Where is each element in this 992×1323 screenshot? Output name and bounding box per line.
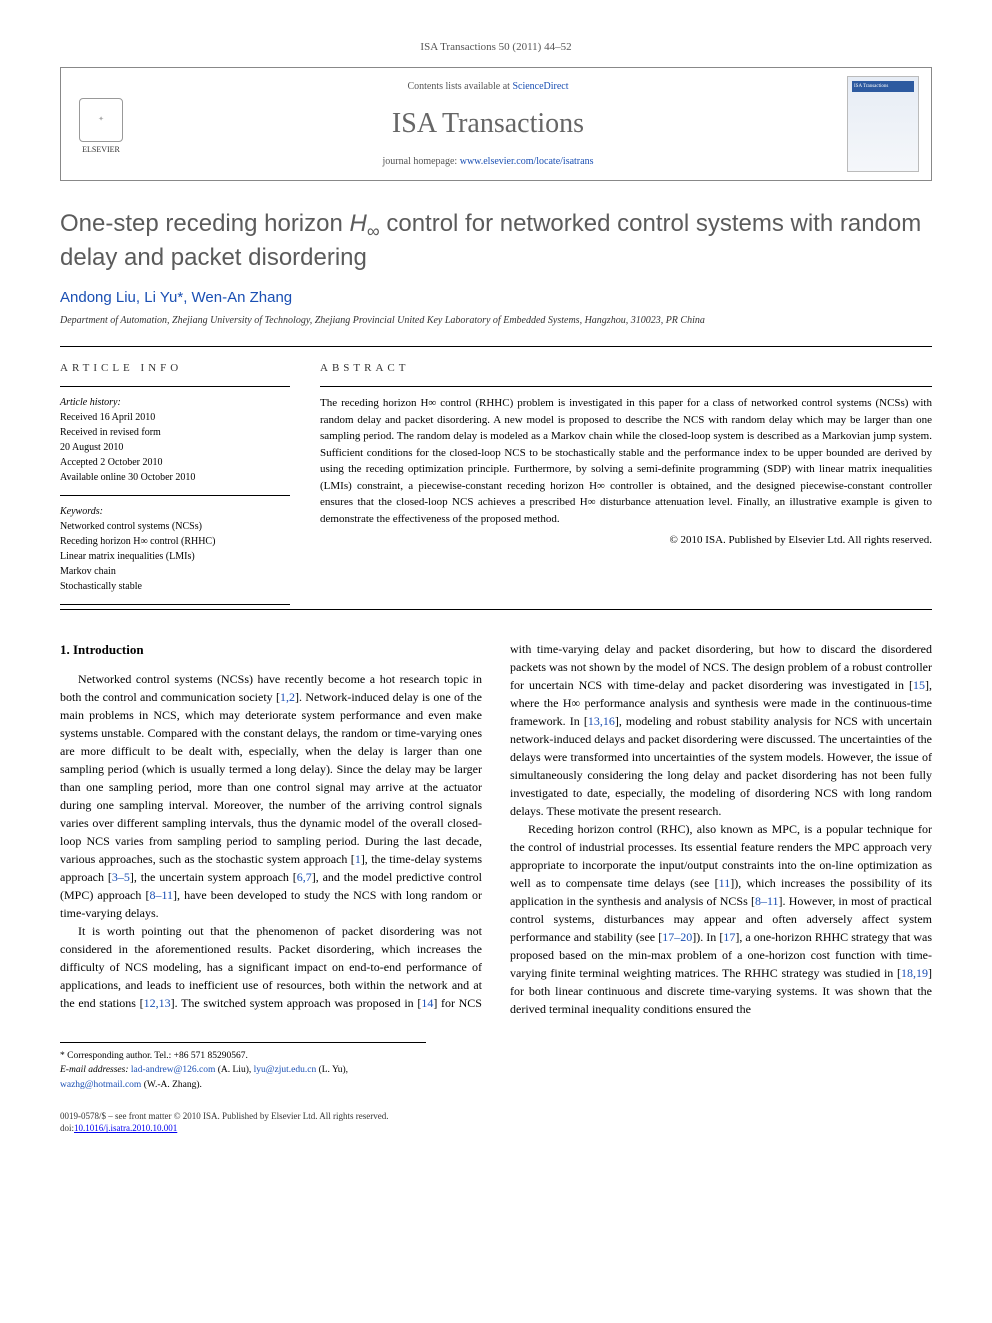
ref-link[interactable]: 13,16 — [588, 714, 615, 728]
issn-copyright: 0019-0578/$ – see front matter © 2010 IS… — [60, 1110, 932, 1123]
ref-link[interactable]: 17 — [723, 930, 735, 944]
keyword: Markov chain — [60, 564, 290, 579]
abstract-heading: abstract — [320, 361, 932, 376]
ref-link[interactable]: 8–11 — [755, 894, 779, 908]
ref-link[interactable]: 6,7 — [297, 870, 312, 884]
email-link[interactable]: wazhg@hotmail.com — [60, 1080, 141, 1090]
footnotes: * Corresponding author. Tel.: +86 571 85… — [60, 1042, 426, 1092]
homepage-line: journal homepage: www.elsevier.com/locat… — [143, 155, 833, 169]
ref-link[interactable]: 18,19 — [901, 966, 928, 980]
ref-link[interactable]: 8–11 — [149, 888, 173, 902]
sciencedirect-link[interactable]: ScienceDirect — [512, 81, 568, 92]
abstract-copyright: © 2010 ISA. Published by Elsevier Ltd. A… — [320, 533, 932, 548]
ref-link[interactable]: 3–5 — [112, 870, 130, 884]
authors-line: Andong Liu, Li Yu*, Wen-An Zhang — [60, 287, 932, 308]
email-link[interactable]: lyu@zjut.edu.cn — [254, 1065, 317, 1075]
abstract-text: The receding horizon H∞ control (RHHC) p… — [320, 386, 932, 527]
doi-line: doi:10.1016/j.isatra.2010.10.001 — [60, 1122, 932, 1135]
history-line: Received in revised form — [60, 425, 290, 440]
author-3[interactable]: Wen-An Zhang — [192, 289, 293, 306]
divider — [60, 609, 932, 610]
keyword: Receding horizon H∞ control (RHHC) — [60, 534, 290, 549]
title-infinity: ∞ — [367, 221, 380, 241]
history-line: Accepted 2 October 2010 — [60, 455, 290, 470]
author-1[interactable]: Andong Liu — [60, 289, 136, 306]
article-info-heading: article info — [60, 361, 290, 376]
keywords-label: Keywords: — [60, 504, 290, 519]
journal-cover-thumbnail: ISA Transactions — [847, 76, 919, 172]
abstract-column: abstract The receding horizon H∞ control… — [320, 351, 932, 605]
ref-link[interactable]: 1,2 — [280, 690, 295, 704]
elsevier-logo: ✦ ELSEVIER — [73, 93, 129, 155]
doi-link[interactable]: 10.1016/j.isatra.2010.10.001 — [74, 1123, 177, 1133]
journal-reference: ISA Transactions 50 (2011) 44–52 — [60, 40, 932, 55]
ref-link[interactable]: 15 — [913, 678, 925, 692]
title-part-1: One-step receding horizon — [60, 210, 350, 237]
ref-link[interactable]: 11 — [719, 876, 731, 890]
corresponding-author-note: * Corresponding author. Tel.: +86 571 85… — [60, 1049, 426, 1063]
journal-header: ✦ ELSEVIER Contents lists available at S… — [60, 67, 932, 181]
doi-label: doi: — [60, 1123, 74, 1133]
journal-name: ISA Transactions — [143, 104, 833, 143]
intro-para-1: Networked control systems (NCSs) have re… — [60, 670, 482, 922]
elsevier-tree-icon: ✦ — [79, 98, 123, 142]
history-label: Article history: — [60, 395, 290, 410]
affiliation: Department of Automation, Zhejiang Unive… — [60, 314, 932, 328]
history-line: 20 August 2010 — [60, 440, 290, 455]
history-line: Available online 30 October 2010 — [60, 470, 290, 485]
ref-link[interactable]: 17–20 — [662, 930, 692, 944]
author-2[interactable]: Li Yu — [144, 289, 177, 306]
email-label: E-mail addresses: — [60, 1065, 129, 1075]
elsevier-label: ELSEVIER — [82, 144, 120, 155]
keyword: Stochastically stable — [60, 579, 290, 594]
article-body: 1. Introduction Networked control system… — [60, 640, 932, 1018]
front-matter-line: 0019-0578/$ – see front matter © 2010 IS… — [60, 1110, 932, 1135]
email-link[interactable]: lad-andrew@126.com — [131, 1065, 215, 1075]
contents-line: Contents lists available at ScienceDirec… — [143, 80, 833, 94]
history-line: Received 16 April 2010 — [60, 410, 290, 425]
keyword: Linear matrix inequalities (LMIs) — [60, 549, 290, 564]
ref-link[interactable]: 14 — [421, 996, 433, 1010]
section-heading-intro: 1. Introduction — [60, 640, 482, 660]
article-history: Article history: Received 16 April 2010 … — [60, 386, 290, 495]
keyword: Networked control systems (NCSs) — [60, 519, 290, 534]
contents-prefix: Contents lists available at — [407, 81, 512, 92]
article-info-column: article info Article history: Received 1… — [60, 351, 290, 605]
ref-link[interactable]: 12,13 — [144, 996, 171, 1010]
intro-para-3: Receding horizon control (RHC), also kno… — [510, 820, 932, 1018]
homepage-link[interactable]: www.elsevier.com/locate/isatrans — [460, 156, 594, 167]
divider — [60, 346, 932, 347]
title-H: H — [350, 210, 367, 237]
email-addresses: E-mail addresses: lad-andrew@126.com (A.… — [60, 1063, 426, 1092]
homepage-prefix: journal homepage: — [383, 156, 460, 167]
article-title: One-step receding horizon H∞ control for… — [60, 209, 932, 272]
keywords-block: Keywords: Networked control systems (NCS… — [60, 495, 290, 605]
